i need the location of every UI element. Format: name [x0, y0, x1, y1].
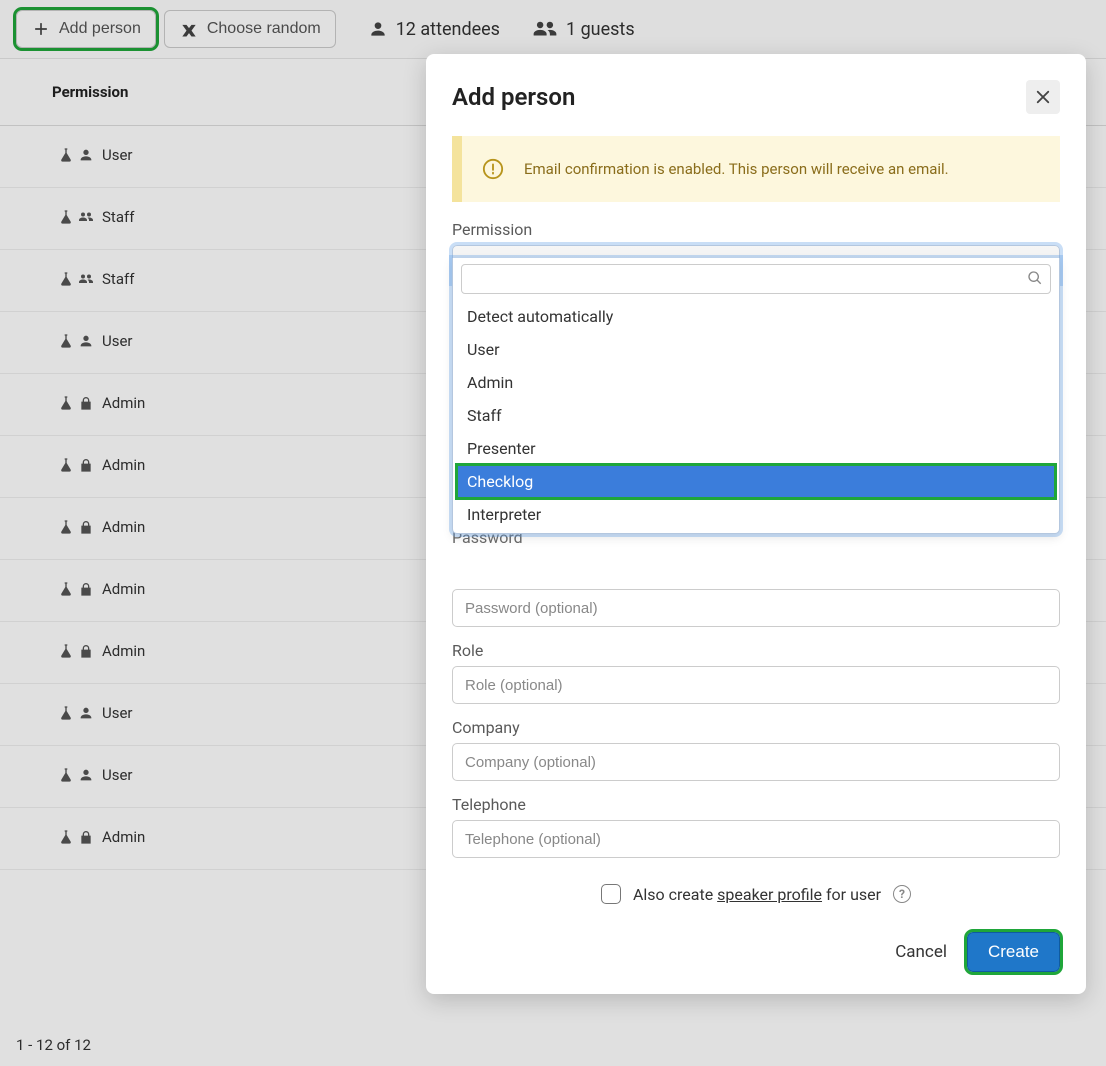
- company-field: Company: [452, 718, 1060, 781]
- permission-option[interactable]: Interpreter: [457, 498, 1055, 531]
- speaker-profile-checkbox[interactable]: [601, 884, 621, 904]
- email-confirmation-alert: Email confirmation is enabled. This pers…: [452, 136, 1060, 202]
- checkbox-label: Also create speaker profile for user: [633, 885, 881, 904]
- close-icon: [1034, 88, 1052, 106]
- permission-field: Permission Detect automatically Detect a…: [452, 220, 1060, 283]
- telephone-field: Telephone: [452, 795, 1060, 858]
- help-icon[interactable]: ?: [893, 885, 911, 903]
- company-label: Company: [452, 718, 1060, 737]
- telephone-input[interactable]: [452, 820, 1060, 858]
- warning-icon: [482, 158, 504, 180]
- cancel-button[interactable]: Cancel: [895, 942, 947, 962]
- password-input[interactable]: [452, 589, 1060, 627]
- permission-label: Permission: [452, 220, 1060, 239]
- create-button[interactable]: Create: [967, 932, 1060, 972]
- role-label: Role: [452, 641, 1060, 660]
- role-input[interactable]: [452, 666, 1060, 704]
- permission-option[interactable]: User: [457, 333, 1055, 366]
- speaker-profile-row: Also create speaker profile for user ?: [452, 884, 1060, 904]
- permission-option[interactable]: Presenter: [457, 432, 1055, 465]
- modal-footer: Cancel Create: [452, 932, 1060, 972]
- permission-option[interactable]: Checklog: [457, 465, 1055, 498]
- alert-text: Email confirmation is enabled. This pers…: [524, 160, 949, 178]
- dropdown-search-input[interactable]: [461, 264, 1051, 294]
- permission-option[interactable]: Staff: [457, 399, 1055, 432]
- close-button[interactable]: [1026, 80, 1060, 114]
- role-field: Role: [452, 641, 1060, 704]
- permission-dropdown: Detect automaticallyUserAdminStaffPresen…: [452, 258, 1060, 534]
- permission-option[interactable]: Admin: [457, 366, 1055, 399]
- modal-title: Add person: [452, 83, 575, 111]
- password-field: [452, 589, 1060, 627]
- permission-options-list: Detect automaticallyUserAdminStaffPresen…: [457, 300, 1055, 531]
- permission-option[interactable]: Detect automatically: [457, 300, 1055, 333]
- add-person-modal: Add person Email confirmation is enabled…: [426, 54, 1086, 994]
- company-input[interactable]: [452, 743, 1060, 781]
- speaker-profile-link[interactable]: speaker profile: [717, 885, 822, 904]
- telephone-label: Telephone: [452, 795, 1060, 814]
- search-icon: [1027, 270, 1043, 286]
